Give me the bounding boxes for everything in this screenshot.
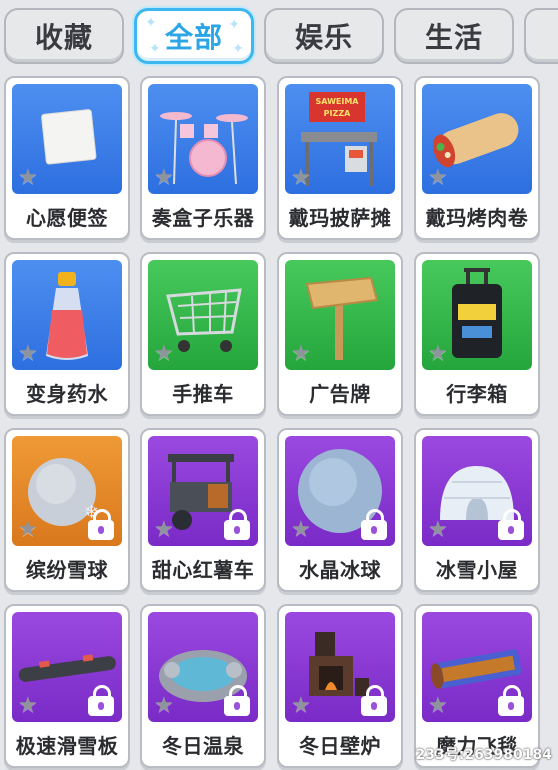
- favorite-star-icon[interactable]: ★: [154, 693, 174, 718]
- lock-icon: [498, 685, 524, 716]
- item-card[interactable]: ★ 奏盒子乐器: [140, 76, 266, 240]
- favorite-star-icon[interactable]: ★: [291, 517, 311, 542]
- item-image: ★: [422, 84, 532, 194]
- item-image: ★: [285, 436, 395, 546]
- item-card[interactable]: ★ 行李箱: [414, 252, 540, 416]
- item-image: ★: [148, 84, 258, 194]
- svg-text:PIZZA: PIZZA: [324, 109, 351, 118]
- item-picker: 收藏 ✦ ✦ ✦ ✦ 全部 娱乐 生活 ★ 心愿便签 ★ 奏盒子乐器 SAWEIMA PI…: [0, 0, 558, 770]
- favorite-star-icon[interactable]: ★: [18, 693, 38, 718]
- item-image: ★: [422, 260, 532, 370]
- item-card[interactable]: SAWEIMA PIZZA ★ 戴玛披萨摊: [277, 76, 403, 240]
- item-label: 行李箱: [446, 381, 508, 406]
- lock-icon: [361, 685, 387, 716]
- item-card[interactable]: ★ 极速滑雪板: [4, 604, 130, 768]
- item-image: ★: [422, 436, 532, 546]
- item-card[interactable]: ★ 冬日温泉: [140, 604, 266, 768]
- item-card[interactable]: ★ 冬日壁炉: [277, 604, 403, 768]
- item-label: 冬日壁炉: [299, 733, 381, 758]
- item-grid: ★ 心愿便签 ★ 奏盒子乐器 SAWEIMA PIZZA ★ 戴玛披萨摊 ★ 戴玛烤肉卷 ★ 变身药水…: [0, 0, 558, 770]
- item-card[interactable]: ★ 手推车: [140, 252, 266, 416]
- item-label: 缤纷雪球: [26, 557, 108, 582]
- item-image: ★: [12, 84, 122, 194]
- item-label: 水晶冰球: [299, 557, 381, 582]
- item-image: ★: [422, 612, 532, 722]
- item-label: 极速滑雪板: [15, 733, 119, 758]
- item-label: 冰雪小屋: [436, 557, 518, 582]
- item-label: 戴玛披萨摊: [288, 205, 392, 230]
- favorite-star-icon[interactable]: ★: [18, 517, 38, 542]
- svg-text:SAWEIMA: SAWEIMA: [315, 97, 359, 106]
- item-image: ★: [285, 260, 395, 370]
- lock-icon: [88, 509, 114, 540]
- favorite-star-icon[interactable]: ★: [154, 165, 174, 190]
- item-label: 甜心红薯车: [151, 557, 255, 582]
- favorite-star-icon[interactable]: ★: [428, 341, 448, 366]
- item-image: ★: [148, 612, 258, 722]
- lock-icon: [224, 685, 250, 716]
- item-label: 手推车: [172, 381, 234, 406]
- item-card[interactable]: ❄ ★ 缤纷雪球: [4, 428, 130, 592]
- item-label: 变身药水: [26, 381, 108, 406]
- watermark-text: 233号:263980184: [415, 747, 553, 763]
- item-image: ★: [285, 612, 395, 722]
- lock-icon: [88, 685, 114, 716]
- item-label: 冬日温泉: [162, 733, 244, 758]
- item-card[interactable]: ★ 冰雪小屋: [414, 428, 540, 592]
- item-card[interactable]: ★ 心愿便签: [4, 76, 130, 240]
- item-label: 戴玛烤肉卷: [425, 205, 529, 230]
- item-image: ★: [12, 260, 122, 370]
- lock-icon: [361, 509, 387, 540]
- item-label: 奏盒子乐器: [151, 205, 255, 230]
- item-label: 心愿便签: [26, 205, 108, 230]
- favorite-star-icon[interactable]: ★: [428, 517, 448, 542]
- item-image: ❄ ★: [12, 436, 122, 546]
- lock-icon: [498, 509, 524, 540]
- favorite-star-icon[interactable]: ★: [18, 341, 38, 366]
- favorite-star-icon[interactable]: ★: [154, 517, 174, 542]
- item-image: ★: [12, 612, 122, 722]
- favorite-star-icon[interactable]: ★: [291, 693, 311, 718]
- item-image: ★: [148, 260, 258, 370]
- favorite-star-icon[interactable]: ★: [291, 341, 311, 366]
- lock-icon: [224, 509, 250, 540]
- item-card[interactable]: ★ 水晶冰球: [277, 428, 403, 592]
- item-card[interactable]: ★ 广告牌: [277, 252, 403, 416]
- favorite-star-icon[interactable]: ★: [428, 693, 448, 718]
- item-card[interactable]: ★ 甜心红薯车: [140, 428, 266, 592]
- item-card[interactable]: ★ 戴玛烤肉卷: [414, 76, 540, 240]
- item-label: 广告牌: [309, 381, 371, 406]
- favorite-star-icon[interactable]: ★: [428, 165, 448, 190]
- favorite-star-icon[interactable]: ★: [18, 165, 38, 190]
- item-image: ★: [148, 436, 258, 546]
- item-card[interactable]: ★ 变身药水: [4, 252, 130, 416]
- favorite-star-icon[interactable]: ★: [154, 341, 174, 366]
- favorite-star-icon[interactable]: ★: [291, 165, 311, 190]
- item-image: SAWEIMA PIZZA ★: [285, 84, 395, 194]
